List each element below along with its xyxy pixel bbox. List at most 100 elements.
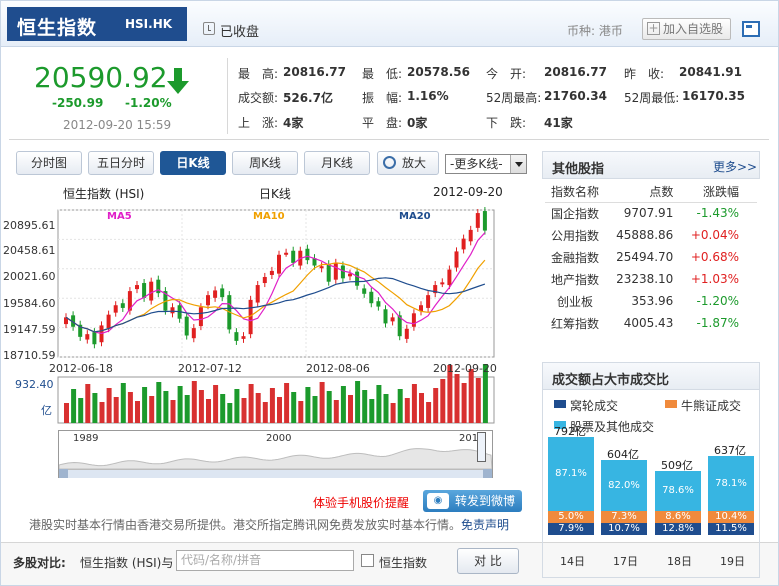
tab-2[interactable]: 日K线: [160, 151, 226, 175]
volume-bar: [156, 382, 162, 423]
volume-bar: [163, 391, 169, 423]
bar-stock-segment: 87.1%: [548, 437, 594, 511]
zoom-label: 放大: [402, 156, 427, 170]
add-to-watchlist-button[interactable]: + 加入自选股: [642, 18, 731, 40]
x-tick-label: 2012-06-18: [49, 362, 113, 375]
volume-bar: [291, 392, 297, 423]
stat-value: 526.7亿: [283, 91, 333, 105]
last-price: 20590.92: [34, 61, 168, 94]
y-tick-label: 20458.61: [3, 244, 56, 257]
volume-bar: [191, 381, 197, 423]
stat-label: 下 跌:: [486, 116, 527, 130]
table-row[interactable]: 地产指数 23238.10 +1.03%: [545, 268, 757, 290]
index-points: 25494.70: [616, 250, 674, 264]
bar-day-label: 14日: [560, 555, 585, 568]
candle-body: [149, 281, 154, 301]
stat-label: 昨 收:: [624, 67, 665, 81]
candle-body: [106, 314, 111, 329]
volume-bar: [234, 389, 240, 423]
y-tick-label: 19584.60: [3, 297, 56, 310]
table-row[interactable]: 创业板 353.96 -1.20%: [545, 290, 757, 312]
candle-body: [383, 309, 388, 324]
table-row[interactable]: 公用指数 45888.86 +0.04%: [545, 224, 757, 246]
down-arrow-icon: [167, 68, 189, 94]
candle-body: [198, 307, 203, 327]
x-tick-label: 2012-08-06: [306, 362, 370, 375]
bar-day-label: 18日: [667, 555, 692, 568]
compare-checkbox-label: 恒生指数: [379, 556, 428, 570]
volume-bar: [149, 396, 155, 423]
candle-body: [369, 291, 374, 304]
scroll-right-arrow-icon[interactable]: [483, 469, 492, 478]
candle-body: [440, 282, 445, 285]
disclaimer-link[interactable]: 免责声明: [461, 518, 509, 532]
tab-1[interactable]: 五日分时: [88, 151, 154, 175]
index-change: +0.04%: [690, 228, 739, 242]
volume-bar: [99, 402, 105, 423]
zoom-button[interactable]: 放大: [377, 151, 439, 175]
popout-window-icon[interactable]: [742, 21, 760, 37]
volume-bar: [440, 379, 446, 423]
candle-body: [142, 283, 147, 298]
bar-stock-segment: 78.6%: [655, 471, 701, 511]
tab-3[interactable]: 周K线: [232, 151, 298, 175]
compare-checkbox[interactable]: [361, 554, 374, 567]
volume-bar: [248, 384, 254, 423]
volume-bar: [284, 383, 290, 423]
bar-day-label: 19日: [720, 555, 745, 568]
y-tick-label: 20895.61: [3, 219, 56, 232]
compare-button[interactable]: 对 比: [457, 548, 519, 574]
volume-bar: [198, 390, 204, 423]
currency-label: 币种: 港币: [567, 24, 623, 38]
stat-value: 20816.77: [283, 65, 347, 79]
bar-warrant-segment: 7.9%: [548, 523, 594, 535]
mobile-alert-link[interactable]: 体验手机股价提醒: [313, 494, 409, 511]
candle-body: [461, 238, 466, 250]
stat-value: 20578.56: [407, 65, 471, 79]
candle-body: [191, 328, 196, 339]
legend-label: 牛熊证成交: [681, 399, 742, 413]
index-name: 地产指数: [551, 272, 600, 287]
compare-label: 多股对比:: [13, 556, 66, 570]
volume-bar: [255, 393, 261, 423]
volume-bar: [142, 387, 148, 423]
volume-bar: [262, 402, 268, 423]
table-row[interactable]: 金融指数 25494.70 +0.68%: [545, 246, 757, 268]
ma-legend-label: MA20: [399, 211, 431, 222]
more-indices-link[interactable]: 更多>>: [713, 158, 757, 175]
candle-body: [184, 316, 189, 336]
candle-body: [326, 264, 331, 282]
chart-date: 2012-09-20: [433, 185, 503, 199]
overview-range-handle[interactable]: [477, 432, 486, 462]
index-name: 公用指数: [551, 228, 600, 243]
bar-day-label: 17日: [613, 555, 638, 568]
candle-body: [447, 269, 452, 286]
table-row[interactable]: 国企指数 9707.91 -1.43%: [545, 202, 757, 224]
stock-code: HSI.HK: [125, 17, 173, 31]
compare-search-input[interactable]: 代码/名称/拼音: [176, 550, 354, 571]
bar-cbbc-segment: 8.6%: [655, 511, 701, 523]
volume-bar: [305, 387, 311, 423]
stat-label: 成交额:: [238, 91, 279, 105]
volume-bar: [383, 394, 389, 423]
candle-body: [426, 295, 431, 308]
scroll-left-arrow-icon[interactable]: [59, 469, 68, 478]
volume-bar: [454, 374, 460, 423]
volume-bar: [120, 383, 126, 423]
ma-legend-label: MA5: [107, 211, 132, 222]
table-row[interactable]: 红筹指数 4005.43 -1.87%: [545, 312, 757, 334]
tab-4[interactable]: 月K线: [304, 151, 370, 175]
y-tick-label: 18710.59: [3, 349, 56, 362]
col-header: 涨跌幅: [681, 182, 757, 203]
volume-bar: [277, 397, 282, 423]
price-change-percent: -1.20%: [125, 96, 172, 110]
volume-bar: [333, 400, 339, 423]
overview-scrollbar[interactable]: [59, 469, 492, 478]
other-indices-title: 其他股指: [552, 162, 605, 177]
tab-0[interactable]: 分时图: [16, 151, 82, 175]
more-kline-select[interactable]: -更多K线-: [445, 154, 527, 174]
candle-body: [269, 270, 274, 275]
volume-bar: [177, 386, 183, 423]
share-weibo-button[interactable]: ◉ 转发到微博: [423, 490, 522, 512]
kline-chart[interactable]: [1, 201, 501, 461]
